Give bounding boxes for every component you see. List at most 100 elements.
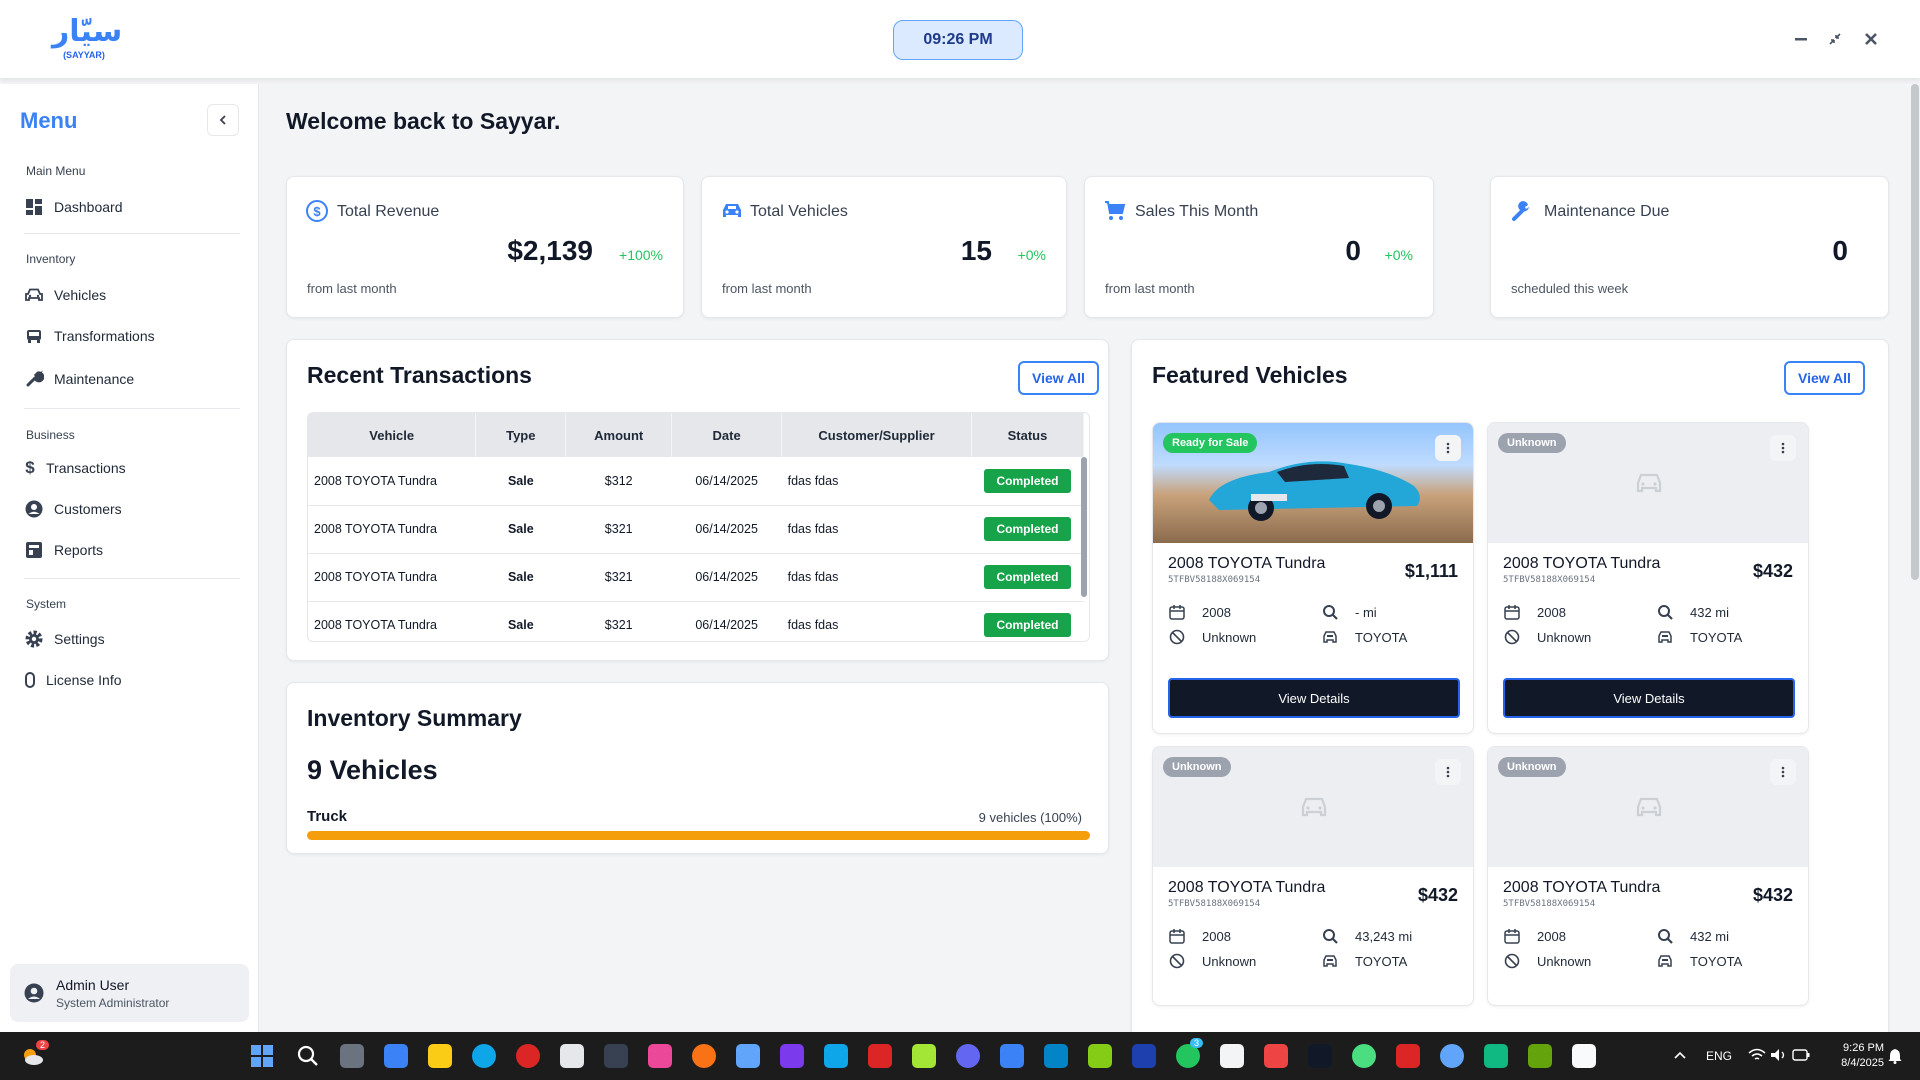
l-app-icon[interactable] [1132, 1044, 1156, 1068]
vehicle-card[interactable]: Unknown 2008 TOYOTA Tundra 5TFBV58188X0691… [1487, 422, 1809, 734]
store-icon[interactable] [384, 1044, 408, 1068]
sidebar-item-reports[interactable]: Reports [24, 535, 240, 565]
inventory-category-info: 9 vehicles (100%) [978, 810, 1082, 825]
section-label-main-menu: Main Menu [26, 164, 86, 178]
section-label-business: Business [26, 428, 75, 442]
git-icon[interactable] [912, 1044, 936, 1068]
restore-button[interactable] [1824, 28, 1846, 50]
stat-change: +0% [1017, 247, 1046, 263]
sidebar-item-vehicles[interactable]: Vehicles [24, 280, 240, 310]
column-header[interactable]: Status [971, 413, 1085, 457]
report-icon [24, 540, 44, 560]
sidebar-item-transactions[interactable]: $ Transactions [24, 453, 240, 483]
battery-icon[interactable] [1792, 1048, 1810, 1062]
sidebar-item-settings[interactable]: Settings [24, 624, 240, 654]
vscode-icon[interactable] [824, 1044, 848, 1068]
language-indicator[interactable]: ENG [1706, 1049, 1732, 1063]
view-details-button[interactable]: View Details [1168, 678, 1460, 718]
calendar-icon [1168, 603, 1186, 621]
jetbrains-icon[interactable] [648, 1044, 672, 1068]
search-button[interactable] [296, 1044, 320, 1068]
outlook-icon[interactable] [1044, 1044, 1068, 1068]
taskbar-clock[interactable]: 9:26 PM 8/4/2025 [1832, 1042, 1884, 1069]
collapse-sidebar-button[interactable] [207, 104, 239, 136]
sidebar-item-label: Transformations [54, 328, 155, 344]
wifi-icon[interactable] [1748, 1048, 1766, 1062]
minimize-button[interactable] [1790, 28, 1812, 50]
table-cell: Sale [475, 553, 566, 602]
vehicle-menu-button[interactable] [1435, 759, 1461, 785]
vehicle-attr-condition: Unknown [1503, 952, 1591, 970]
w-app-icon[interactable] [1220, 1044, 1244, 1068]
xbox-icon[interactable] [1352, 1044, 1376, 1068]
postgres-icon[interactable] [736, 1044, 760, 1068]
task-view-icon[interactable] [340, 1044, 364, 1068]
vehicle-make: TOYOTA [1355, 953, 1408, 969]
nvidia-icon[interactable] [1528, 1044, 1552, 1068]
featured-view-all-button[interactable]: View All [1784, 361, 1865, 395]
postman-icon[interactable] [692, 1044, 716, 1068]
vehicle-menu-button[interactable] [1770, 435, 1796, 461]
close-button[interactable] [1860, 28, 1882, 50]
weather-widget[interactable]: 2 [20, 1040, 50, 1068]
vehicle-menu-button[interactable] [1770, 759, 1796, 785]
column-header[interactable]: Type [475, 413, 567, 457]
edge-icon[interactable] [472, 1044, 496, 1068]
volume-icon[interactable] [1770, 1048, 1788, 1062]
inventory-progress-track [307, 831, 1090, 840]
whatsapp-badge: 3 [1190, 1038, 1204, 1048]
view-details-button[interactable]: View Details [1503, 678, 1795, 718]
column-header[interactable]: Customer/Supplier [781, 413, 972, 457]
chevron-up-icon[interactable] [1674, 1050, 1686, 1060]
svg-text:$: $ [313, 204, 321, 219]
notion-icon[interactable] [560, 1044, 584, 1068]
opera-icon[interactable] [516, 1044, 540, 1068]
pycharm-icon[interactable] [1484, 1044, 1508, 1068]
logo-english: (SAYYAR) [63, 50, 105, 60]
table-row[interactable]: 2008 TOYOTA Tundra Sale $321 06/14/2025 fdas… [308, 601, 1084, 641]
vehicle-card[interactable]: Ready for Sale 2008 TOYOTA Tundra 5TFBV581… [1152, 422, 1474, 734]
file-explorer-icon[interactable] [428, 1044, 452, 1068]
sidebar-item-label: Dashboard [54, 199, 123, 215]
notification-bell-icon[interactable] [1888, 1048, 1902, 1064]
wps-icon[interactable] [1396, 1044, 1420, 1068]
table-row[interactable]: 2008 TOYOTA Tundra Sale $321 06/14/2025 fdas… [308, 505, 1084, 554]
table-cell: 06/14/2025 [671, 601, 782, 641]
mail-app-icon[interactable] [868, 1044, 892, 1068]
transactions-view-all-button[interactable]: View All [1018, 361, 1099, 395]
sidebar-item-customers[interactable]: Customers [24, 494, 240, 524]
whatsapp-icon[interactable]: 3 [1176, 1038, 1204, 1068]
user-profile[interactable]: Admin User System Administrator [10, 964, 249, 1022]
visual-studio-icon[interactable] [780, 1044, 804, 1068]
cube-app-icon[interactable] [1088, 1044, 1112, 1068]
condition-icon [1168, 628, 1186, 646]
vehicle-attr-year: 2008 [1503, 603, 1566, 621]
column-header[interactable]: Amount [565, 413, 673, 457]
table-scrollbar[interactable] [1081, 457, 1087, 597]
stat-value: $2,139 [507, 235, 593, 266]
start-button[interactable] [250, 1044, 274, 1068]
vehicle-card[interactable]: Unknown 2008 TOYOTA Tundra 5TFBV58188X0691… [1152, 746, 1474, 1006]
vehicle-menu-button[interactable] [1435, 435, 1461, 461]
sidebar-item-label: License Info [46, 672, 122, 688]
sidebar-item-license-info[interactable]: License Info [24, 665, 240, 695]
terminal-icon[interactable] [604, 1044, 628, 1068]
sidebar-item-dashboard[interactable]: Dashboard [24, 192, 240, 222]
status-cell: Completed [971, 505, 1084, 554]
vehicle-card[interactable]: Unknown 2008 TOYOTA Tundra 5TFBV58188X0691… [1487, 746, 1809, 1006]
sidebar-item-transformations[interactable]: Transformations [24, 321, 240, 351]
table-row[interactable]: 2008 TOYOTA Tundra Sale $321 06/14/2025 fdas… [308, 553, 1084, 602]
column-header[interactable]: Vehicle [308, 413, 477, 457]
red-app-icon[interactable] [1264, 1044, 1288, 1068]
vehicle-mileage: 432 mi [1690, 928, 1730, 944]
sidebar-item-maintenance[interactable]: Maintenance [24, 364, 240, 394]
discord-icon[interactable] [956, 1044, 980, 1068]
table-row[interactable]: 2008 TOYOTA Tundra Sale $312 06/14/2025 fdas… [308, 457, 1084, 506]
column-header[interactable]: Date [671, 413, 783, 457]
cloud-app-icon[interactable] [1440, 1044, 1464, 1068]
sayyar-app-icon[interactable] [1572, 1044, 1596, 1068]
dark-app-icon[interactable] [1308, 1044, 1332, 1068]
app-icon[interactable] [1000, 1044, 1024, 1068]
dollar-icon: $ [25, 458, 35, 477]
main-scrollbar[interactable] [1911, 84, 1919, 580]
